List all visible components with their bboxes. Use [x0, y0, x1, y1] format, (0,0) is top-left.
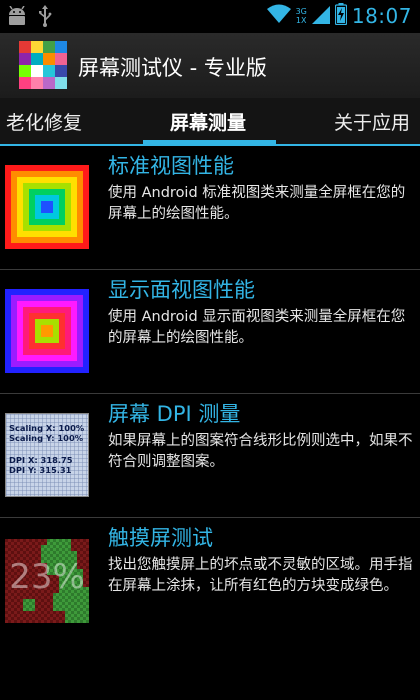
tab-about[interactable]: 关于应用: [334, 108, 410, 135]
item-title: 标准视图性能: [108, 154, 234, 178]
list-item-standard-view[interactable]: 标准视图性能 使用 Android 标准视图类来测量全屏框在您的屏幕上的绘图性能…: [0, 146, 420, 270]
app-title: 屏幕测试仪 - 专业版: [78, 56, 267, 80]
thumb-text: Scaling Y: 100%: [9, 433, 84, 443]
thumb-text: DPI X: 318.75: [9, 455, 73, 465]
item-description: 使用 Android 标准视图类来测量全屏框在您的屏幕上的绘图性能。: [108, 185, 406, 222]
app-logo-icon[interactable]: [19, 41, 67, 89]
list-item-dpi-measure[interactable]: Scaling X: 100% Scaling Y: 100% DPI X: 3…: [0, 394, 420, 518]
usb-icon: [38, 5, 52, 31]
list-item-surface-view[interactable]: 显示面视图性能 使用 Android 显示面视图类来测量全屏框在您的屏幕上的绘图…: [0, 270, 420, 394]
tab-bar: 老化修复 屏幕测量 关于应用: [0, 98, 420, 144]
battery-charging-icon: [334, 3, 347, 29]
dpi-grid-icon: Scaling X: 100% Scaling Y: 100% DPI X: 3…: [5, 413, 89, 497]
list-item-touch-test[interactable]: 23% 触摸屏测试 找出您触摸屏上的坏点或不灵敏的区域。用手指在屏幕上涂抹，让所…: [0, 518, 420, 641]
rainbow-squares-icon: [5, 289, 89, 373]
item-title: 显示面视图性能: [108, 278, 255, 302]
item-description: 如果屏幕上的图案符合线形比例则选中，如果不符合则调整图案。: [108, 433, 413, 470]
wifi-icon: [266, 4, 291, 28]
thumb-text: 23%: [9, 557, 85, 597]
tab-burn-in-fix[interactable]: 老化修复: [6, 108, 82, 135]
item-description: 使用 Android 显示面视图类来测量全屏框在您的屏幕上的绘图性能。: [108, 309, 406, 346]
item-description: 找出您触摸屏上的坏点或不灵敏的区域。用手指在屏幕上涂抹，让所有红色的方块变成绿色…: [108, 557, 413, 594]
touch-grid-icon: 23%: [5, 539, 89, 623]
item-title: 触摸屏测试: [108, 526, 213, 550]
rainbow-squares-icon: [5, 165, 89, 249]
status-bar: 3G 1X 18:07: [0, 0, 420, 33]
tab-screen-measure[interactable]: 屏幕测量: [170, 108, 246, 135]
network-type: 3G 1X: [295, 7, 307, 25]
clock: 18:07: [351, 4, 412, 28]
test-list: 标准视图性能 使用 Android 标准视图类来测量全屏框在您的屏幕上的绘图性能…: [0, 146, 420, 641]
thumb-text: Scaling X: 100%: [9, 423, 85, 433]
android-robot-icon: [6, 5, 28, 30]
signal-icon: [311, 4, 330, 28]
thumb-text: DPI Y: 315.31: [9, 465, 72, 475]
action-bar: 屏幕测试仪 - 专业版: [0, 33, 420, 99]
item-title: 屏幕 DPI 测量: [108, 402, 241, 426]
